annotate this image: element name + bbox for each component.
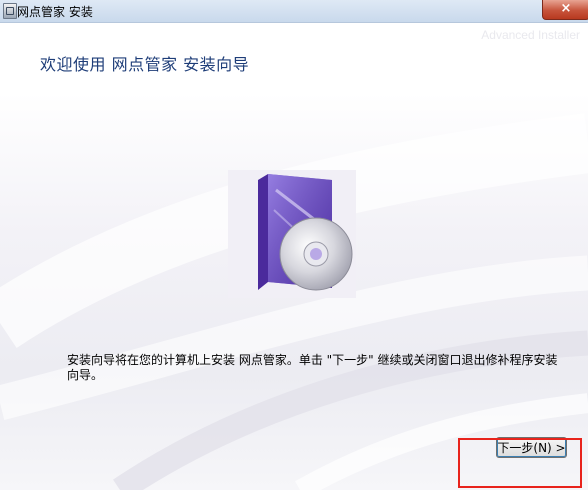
window-title: 网点管家 安装 (17, 5, 93, 19)
page-title: 欢迎使用 网点管家 安装向导 (40, 55, 250, 74)
advanced-installer-watermark: Advanced Installer (481, 28, 580, 42)
installer-icon (3, 3, 17, 19)
wizard-description: 安装向导将在您的计算机上安装 网点管家。单击 "下一步" 继续或关闭窗口退出修补… (67, 353, 558, 382)
close-button[interactable]: × (542, 0, 588, 20)
next-button[interactable]: 下一步(N) > (496, 437, 567, 458)
software-box-icon (228, 170, 356, 298)
wizard-content: Advanced Installer 欢迎使用 网点管家 安装向导 安装向导将在… (0, 23, 588, 490)
title-bar[interactable]: 网点管家 安装 × (0, 0, 588, 23)
